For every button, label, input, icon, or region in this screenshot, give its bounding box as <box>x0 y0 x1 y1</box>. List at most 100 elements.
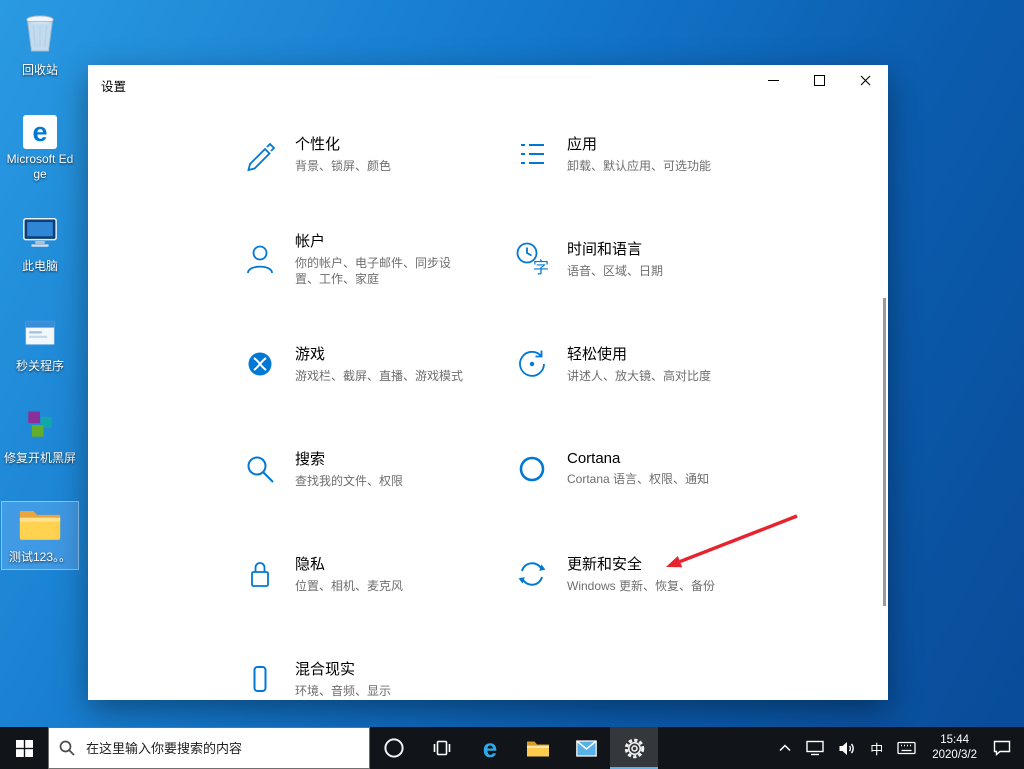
window-title: 设置 <box>101 80 127 94</box>
app-window-icon <box>22 315 58 356</box>
settings-window: 设置 个性化 背景、锁屏、颜色 应用 卸载、默认应用、可选功能 帐户 你的帐户、… <box>88 65 888 700</box>
keyboard-icon <box>897 741 916 755</box>
settings-category-update-security[interactable]: 更新和安全 Windows 更新、恢复、备份 <box>512 521 784 626</box>
system-tray: 中 15:44 2020/3/2 <box>773 727 1024 769</box>
close-icon <box>860 75 870 85</box>
minimize-icon <box>767 79 779 81</box>
desktop-icon-edge[interactable]: e Microsoft Edge <box>2 112 78 186</box>
tray-show-hidden-icons[interactable] <box>773 727 797 769</box>
desktop-icon-label: 修复开机黑屏 <box>4 451 77 465</box>
search-icon <box>59 740 75 756</box>
time-language-icon: 字 <box>512 239 552 279</box>
clock-date: 2020/3/2 <box>932 749 977 761</box>
settings-category-mixed-reality[interactable]: 混合现实 环境、音频、显示 <box>240 626 512 731</box>
settings-category-accounts[interactable]: 帐户 你的帐户、电子邮件、同步设置、工作、家庭 <box>240 206 512 311</box>
desktop-icon-label: 测试123。。 <box>8 550 72 564</box>
cortana-taskbar-button[interactable] <box>370 727 418 769</box>
settings-category-privacy[interactable]: 隐私 位置、相机、麦克风 <box>240 521 512 626</box>
search-category-icon <box>240 449 280 489</box>
mail-icon <box>575 739 597 757</box>
gaming-icon <box>240 344 280 384</box>
settings-category-personalization[interactable]: 个性化 背景、锁屏、颜色 <box>240 101 512 206</box>
windows-logo-icon <box>15 739 33 757</box>
recycle-bin-icon <box>21 11 59 60</box>
category-title: 游戏 <box>295 345 326 363</box>
category-subtitle: Cortana 语言、权限、通知 <box>567 471 710 486</box>
category-title: 时间和语言 <box>567 240 643 258</box>
desktop-icon-label: 回收站 <box>21 63 58 77</box>
settings-category-grid: 个性化 背景、锁屏、颜色 应用 卸载、默认应用、可选功能 帐户 你的帐户、电子邮… <box>240 101 784 731</box>
desktop-icon-label: 此电脑 <box>21 259 58 273</box>
speaker-icon <box>839 741 854 755</box>
settings-category-time-language[interactable]: 字 时间和语言 语音、区域、日期 <box>512 206 784 311</box>
tray-network[interactable] <box>801 727 829 769</box>
desktop-icon-quick-close-app[interactable]: 秒关程序 <box>2 312 78 378</box>
minimize-button[interactable] <box>750 65 796 95</box>
maximize-icon <box>813 74 825 86</box>
settings-category-gaming[interactable]: 游戏 游戏栏、截屏、直播、游戏模式 <box>240 311 512 416</box>
edge-logo-glyph: e <box>32 116 48 147</box>
cortana-circle-icon <box>384 738 404 758</box>
cortana-icon <box>512 449 552 489</box>
category-subtitle: Windows 更新、恢复、备份 <box>567 578 716 593</box>
taskbar: e <box>0 727 1024 769</box>
cubes-icon <box>22 407 58 448</box>
desktop-icon-this-pc[interactable]: 此电脑 <box>2 210 78 278</box>
settings-category-ease-of-access[interactable]: 轻松使用 讲述人、放大镜、高对比度 <box>512 311 784 416</box>
category-subtitle: 卸载、默认应用、可选功能 <box>567 158 712 173</box>
edge-icon: e <box>482 733 498 763</box>
desktop-icon-label: Microsoft Edge <box>6 152 74 181</box>
category-title: 轻松使用 <box>567 345 628 363</box>
accounts-icon <box>240 239 280 279</box>
mail-button[interactable] <box>562 727 610 769</box>
tray-volume[interactable] <box>833 727 861 769</box>
category-subtitle: 讲述人、放大镜、高对比度 <box>567 368 712 383</box>
network-icon <box>806 740 824 756</box>
settings-category-apps[interactable]: 应用 卸载、默认应用、可选功能 <box>512 101 784 206</box>
notification-icon <box>993 740 1011 756</box>
svg-text:字: 字 <box>533 259 549 277</box>
edge-taskbar-button[interactable]: e <box>466 727 514 769</box>
category-subtitle: 背景、锁屏、颜色 <box>295 158 392 173</box>
close-button[interactable] <box>842 65 888 95</box>
category-title: 个性化 <box>295 135 341 153</box>
start-button[interactable] <box>0 727 48 769</box>
desktop-icon-recycle-bin[interactable]: 回收站 <box>2 8 78 82</box>
desktop-icon-fix-black-screen[interactable]: 修复开机黑屏 <box>2 404 78 470</box>
file-explorer-button[interactable] <box>514 727 562 769</box>
category-subtitle: 语音、区域、日期 <box>567 263 664 278</box>
update-security-icon <box>512 554 552 594</box>
tray-clock[interactable]: 15:44 2020/3/2 <box>925 727 984 769</box>
settings-category-cortana[interactable]: Cortana Cortana 语言、权限、通知 <box>512 416 784 521</box>
category-subtitle: 游戏栏、截屏、直播、游戏模式 <box>295 368 464 383</box>
search-input[interactable] <box>84 739 359 757</box>
category-title: Cortana <box>567 449 621 467</box>
folder-icon <box>527 741 549 756</box>
category-title: 混合现实 <box>295 660 356 678</box>
taskbar-search-box[interactable] <box>48 727 370 769</box>
tray-touch-keyboard[interactable] <box>892 727 921 769</box>
window-scrollbar[interactable] <box>883 298 886 606</box>
maximize-button[interactable] <box>796 65 842 95</box>
apps-icon <box>512 134 552 174</box>
desktop-icon-test-folder[interactable]: 测试123。。 <box>1 501 79 570</box>
category-title: 应用 <box>567 135 598 153</box>
desktop-icon-label: 秒关程序 <box>15 359 64 373</box>
action-center-button[interactable] <box>988 727 1016 769</box>
settings-category-search[interactable]: 搜索 查找我的文件、权限 <box>240 416 512 521</box>
chevron-up-icon <box>779 744 791 752</box>
tray-ime-indicator[interactable]: 中 <box>865 727 888 769</box>
ease-of-access-icon <box>512 344 552 384</box>
edge-icon: e <box>23 115 57 149</box>
category-title: 搜索 <box>295 450 326 468</box>
gear-icon <box>624 738 644 758</box>
category-title: 更新和安全 <box>567 555 643 573</box>
category-subtitle: 查找我的文件、权限 <box>295 473 404 488</box>
category-title: 帐户 <box>295 232 326 250</box>
mixed-reality-icon <box>240 659 280 699</box>
settings-taskbar-button[interactable] <box>610 727 658 769</box>
folder-icon <box>17 505 63 547</box>
ime-label: 中 <box>870 741 884 757</box>
task-view-button[interactable] <box>418 727 466 769</box>
category-title: 隐私 <box>295 555 326 573</box>
